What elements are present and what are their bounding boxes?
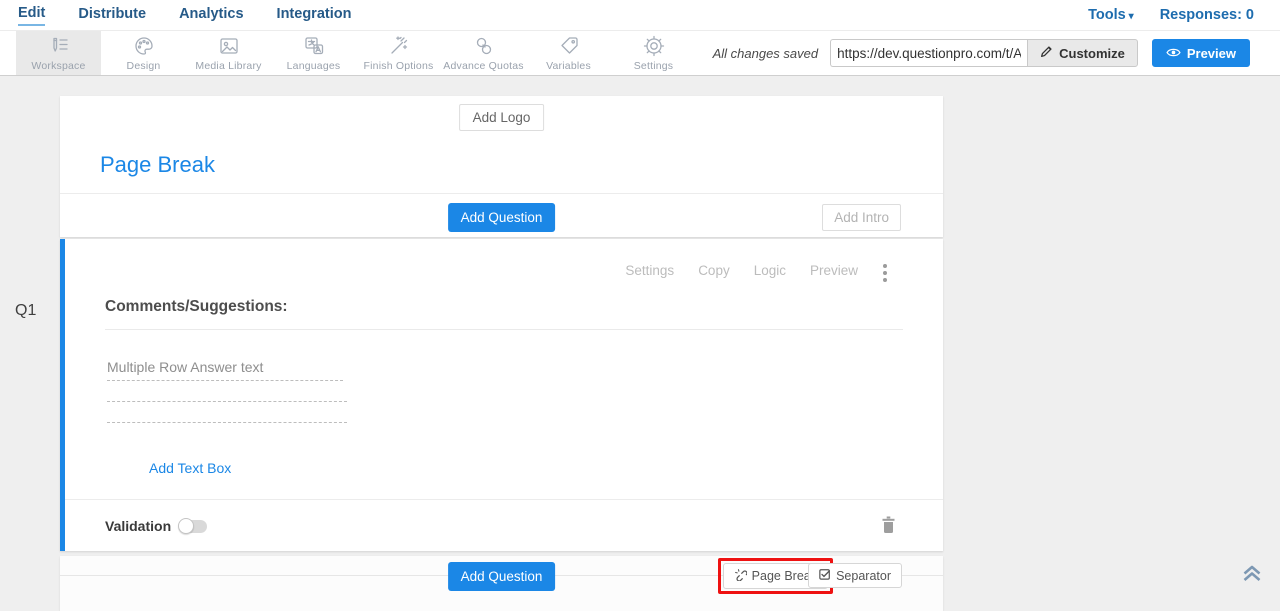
add-logo-button[interactable]: Add Logo <box>459 104 545 131</box>
divider <box>60 193 943 194</box>
separator-button[interactable]: Separator <box>808 563 902 588</box>
nav-item-distribute[interactable]: Distribute <box>78 6 146 25</box>
divider <box>105 329 903 330</box>
toolbar-tab-label: Finish Options <box>364 60 434 72</box>
gear-icon <box>642 34 666 58</box>
image-icon <box>217 34 241 58</box>
toolbar-tab-label: Media Library <box>195 60 261 72</box>
checkbox-check-icon <box>819 568 831 583</box>
toolbar-tab-media-library[interactable]: Media Library <box>186 31 271 75</box>
translate-icon <box>302 34 326 58</box>
divider <box>65 499 943 500</box>
palette-icon <box>132 34 156 58</box>
toolbar-tab-design[interactable]: Design <box>101 31 186 75</box>
wand-icon <box>387 34 411 58</box>
question-actions: Settings Copy Logic Preview <box>625 263 858 278</box>
page-break-icon <box>734 568 747 584</box>
toolbar-tab-languages[interactable]: Languages <box>271 31 356 75</box>
save-status: All changes saved <box>713 46 819 61</box>
toolbar-tab-settings[interactable]: Settings <box>611 31 696 75</box>
chain-links-icon <box>472 34 496 58</box>
toolbar-right: All changes saved Customize Preview <box>713 31 1280 75</box>
multi-row-answer-field[interactable]: Multiple Row Answer text <box>107 359 347 423</box>
add-question-button[interactable]: Add Question <box>448 203 556 232</box>
nav-item-analytics[interactable]: Analytics <box>179 6 243 25</box>
answer-row[interactable] <box>107 402 347 423</box>
toolbar-tab-label: Variables <box>546 60 591 72</box>
top-nav-right: Tools▾ Responses: 0 <box>1088 7 1254 23</box>
page-card: Add Logo Page Break Add Question Add Int… <box>60 96 943 237</box>
footer-card: Add Question Page Break Separator <box>60 556 943 611</box>
toolbar-tab-label: Workspace <box>31 60 85 72</box>
question-copy-link[interactable]: Copy <box>698 263 730 278</box>
toolbar-tab-label: Advance Quotas <box>443 60 523 72</box>
page-title[interactable]: Page Break <box>100 152 215 178</box>
question-preview-link[interactable]: Preview <box>810 263 858 278</box>
top-nav-links: Edit Distribute Analytics Integration <box>18 5 351 26</box>
question-card: Settings Copy Logic Preview Comments/Sug… <box>60 239 943 551</box>
customize-button[interactable]: Customize <box>1027 39 1138 67</box>
chevron-down-icon: ▾ <box>1129 11 1134 22</box>
scroll-to-top-icon[interactable] <box>1240 562 1264 589</box>
top-navigation: Edit Distribute Analytics Integration To… <box>0 0 1280 30</box>
validation-row: Validation <box>105 518 207 534</box>
workspace-icon <box>47 34 71 58</box>
toolbar-tab-variables[interactable]: Variables <box>526 31 611 75</box>
toolbar-tab-finish-options[interactable]: Finish Options <box>356 31 441 75</box>
toolbar-tab-advance-quotas[interactable]: Advance Quotas <box>441 31 526 75</box>
nav-item-edit[interactable]: Edit <box>18 5 45 26</box>
responses-count[interactable]: Responses: 0 <box>1160 7 1254 23</box>
validation-label: Validation <box>105 518 171 534</box>
tag-icon <box>557 34 581 58</box>
kebab-menu-icon[interactable] <box>880 261 890 285</box>
eye-icon <box>1166 46 1181 61</box>
tools-menu[interactable]: Tools▾ <box>1088 7 1134 23</box>
toolbar-tab-label: Settings <box>634 60 674 72</box>
toolbar-tab-label: Languages <box>287 60 341 72</box>
question-number-label: Q1 <box>15 302 36 320</box>
toolbar-tab-label: Design <box>127 60 161 72</box>
add-intro-button[interactable]: Add Intro <box>822 204 901 231</box>
editor-toolbar: Workspace Design Media Library Languages <box>0 30 1280 76</box>
validation-toggle[interactable] <box>180 520 207 533</box>
toggle-knob <box>178 518 194 534</box>
nav-item-integration[interactable]: Integration <box>277 6 352 25</box>
answer-placeholder[interactable]: Multiple Row Answer text <box>107 359 343 381</box>
toolbar-tabs: Workspace Design Media Library Languages <box>16 31 696 75</box>
add-question-button-bottom[interactable]: Add Question <box>448 562 556 591</box>
preview-button[interactable]: Preview <box>1152 39 1250 67</box>
toolbar-tab-workspace[interactable]: Workspace <box>16 31 101 75</box>
pencil-icon <box>1040 45 1053 61</box>
add-text-box-link[interactable]: Add Text Box <box>149 460 231 476</box>
survey-url-input[interactable] <box>830 39 1027 67</box>
question-settings-link[interactable]: Settings <box>625 263 674 278</box>
answer-row[interactable] <box>107 381 347 402</box>
question-logic-link[interactable]: Logic <box>754 263 786 278</box>
trash-icon[interactable] <box>880 515 897 539</box>
question-title[interactable]: Comments/Suggestions: <box>105 298 288 316</box>
